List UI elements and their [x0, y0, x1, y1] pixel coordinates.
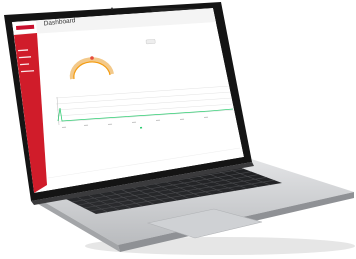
brand-logo: [12, 21, 37, 34]
webcam-icon: [111, 7, 113, 10]
laptop-scene: Dashboard: [4, 2, 355, 255]
chart-legend-swatch: [139, 126, 143, 129]
gauge-marker-icon: [90, 56, 94, 60]
header-button[interactable]: [145, 39, 156, 45]
